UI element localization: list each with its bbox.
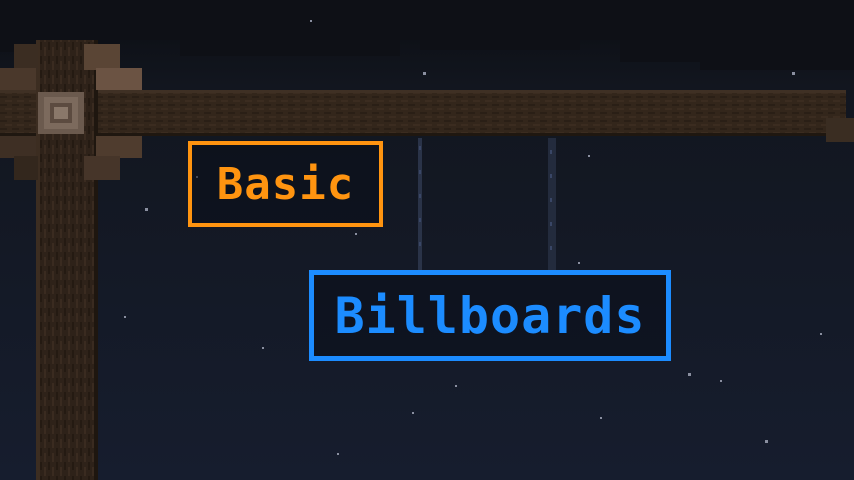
game-scene (0, 0, 854, 480)
sign-billboards: Billboards (309, 270, 671, 361)
wooden-beam (0, 90, 854, 142)
sign-billboards-label: Billboards (334, 286, 646, 345)
sign-basic-label: Basic (216, 158, 355, 210)
sign-basic: Basic (188, 141, 383, 227)
post-joint-block (38, 92, 84, 134)
